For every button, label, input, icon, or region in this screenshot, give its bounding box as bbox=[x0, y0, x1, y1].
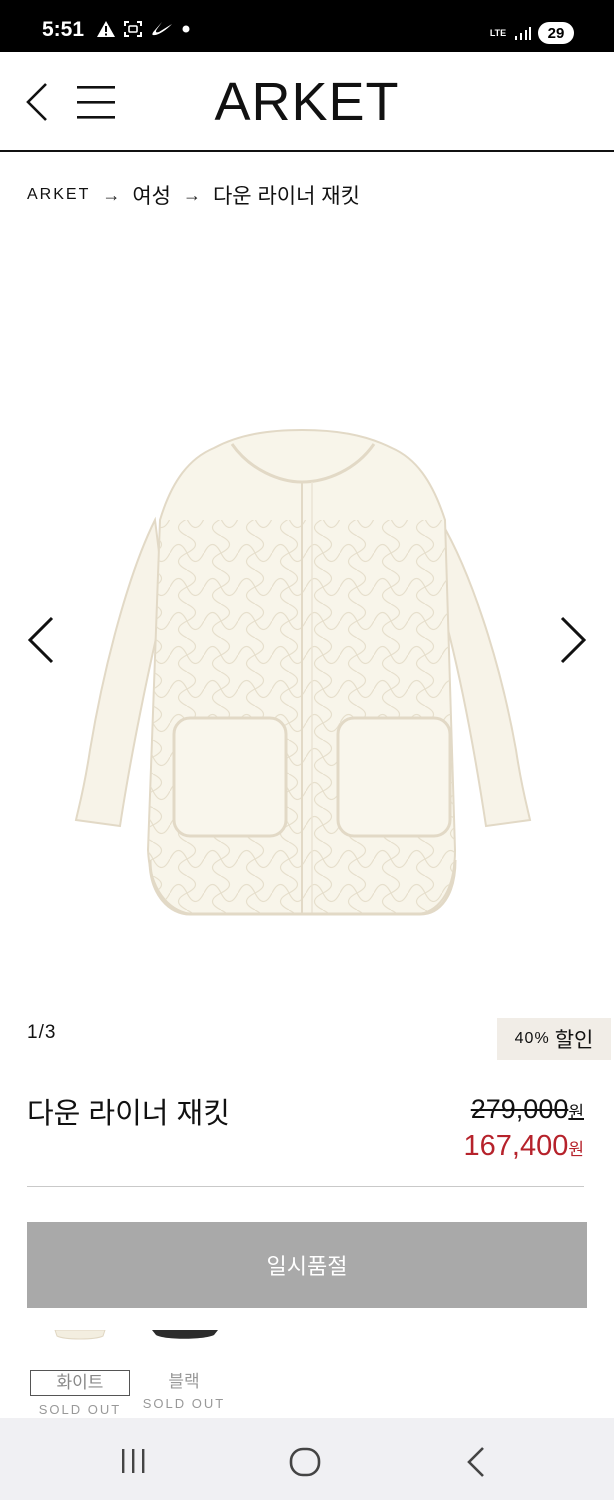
discount-badge: 40% 할인 bbox=[497, 1018, 611, 1060]
status-bar: 5:51 LTE 29 bbox=[0, 0, 614, 52]
chevron-left-icon bbox=[27, 616, 54, 664]
status-time: 5:51 bbox=[42, 18, 85, 41]
app-header: ARKET bbox=[0, 52, 614, 152]
system-back-button[interactable] bbox=[465, 1446, 487, 1478]
brand-logo[interactable]: ARKET bbox=[0, 72, 614, 132]
price-sale: 167,400원 bbox=[464, 1130, 584, 1163]
product-image[interactable] bbox=[0, 230, 614, 1020]
product-title: 다운 라이너 재킷 bbox=[27, 1098, 230, 1130]
breadcrumb: ARKET → 여성 → 다운 라이너 재킷 bbox=[27, 180, 360, 210]
discount-percent: 40% bbox=[514, 1030, 550, 1047]
color-swatch-white[interactable]: 화이트 SOLD OUT bbox=[25, 1330, 135, 1417]
recents-button[interactable] bbox=[120, 1448, 146, 1474]
network-type: LTE bbox=[489, 27, 507, 38]
price-original: 279,000원 bbox=[471, 1094, 584, 1125]
breadcrumb-separator: → bbox=[182, 184, 201, 205]
screenshot-icon bbox=[124, 21, 142, 37]
chevron-right-icon bbox=[560, 616, 587, 664]
currency-unit: 원 bbox=[568, 1103, 584, 1122]
nike-app-icon bbox=[152, 22, 172, 36]
swatch-label: 화이트 bbox=[30, 1370, 130, 1396]
status-icons-right: LTE 29 bbox=[488, 20, 574, 46]
home-icon bbox=[289, 1447, 321, 1477]
swatch-thumbnail bbox=[129, 1330, 239, 1344]
system-nav-bar bbox=[0, 1418, 614, 1500]
battery-indicator: 29 bbox=[538, 22, 574, 44]
signal-icon bbox=[515, 27, 531, 40]
swatch-status: SOLD OUT bbox=[142, 1396, 226, 1411]
home-button[interactable] bbox=[289, 1447, 321, 1477]
notification-dot-icon bbox=[182, 25, 190, 33]
swatch-status: SOLD OUT bbox=[38, 1402, 122, 1417]
carousel-next-button[interactable] bbox=[556, 612, 590, 668]
warning-icon bbox=[97, 21, 115, 37]
discount-label: 할인 bbox=[554, 1029, 594, 1052]
price-sale-value: 167,400 bbox=[463, 1130, 569, 1162]
jacket-illustration bbox=[74, 428, 532, 916]
swatch-label: 블랙 bbox=[168, 1372, 200, 1391]
price-original-value: 279,000 bbox=[470, 1094, 569, 1124]
breadcrumb-home[interactable]: ARKET bbox=[27, 186, 90, 204]
image-counter: 1/3 bbox=[27, 1022, 57, 1043]
back-icon bbox=[467, 1447, 484, 1477]
breadcrumb-current: 다운 라이너 재킷 bbox=[212, 185, 360, 208]
swatch-thumbnail bbox=[25, 1330, 135, 1344]
color-swatch-black[interactable]: 블랙 SOLD OUT bbox=[129, 1330, 239, 1411]
breadcrumb-women[interactable]: 여성 bbox=[132, 180, 171, 210]
divider bbox=[27, 1186, 584, 1187]
currency-unit: 원 bbox=[568, 1140, 584, 1159]
carousel-prev-button[interactable] bbox=[24, 612, 58, 668]
status-icons-left bbox=[96, 17, 191, 41]
sold-out-button[interactable]: 일시품절 bbox=[27, 1222, 587, 1308]
breadcrumb-separator: → bbox=[102, 184, 121, 205]
recents-icon bbox=[122, 1449, 145, 1473]
